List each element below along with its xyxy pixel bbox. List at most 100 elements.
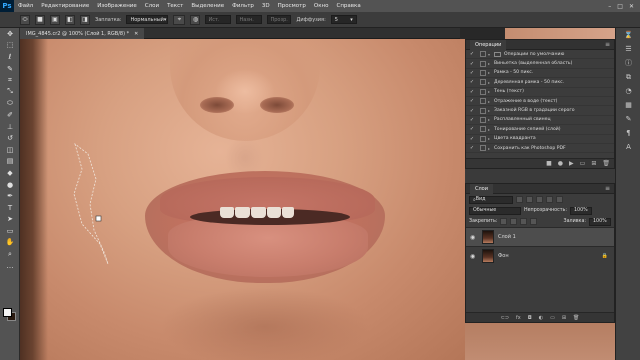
gradient-tool-icon[interactable]: ▤ bbox=[0, 156, 20, 168]
menu-view[interactable]: Просмотр bbox=[274, 3, 310, 9]
action-set-row[interactable]: ✓ ▾ Операции по умолчанию bbox=[466, 50, 614, 60]
dialog-toggle-icon[interactable] bbox=[480, 116, 486, 123]
opacity-input[interactable]: 100% bbox=[570, 206, 592, 215]
link-icon[interactable]: ⊂⊃ bbox=[501, 315, 509, 321]
menu-type[interactable]: Текст bbox=[163, 3, 187, 9]
dialog-toggle-icon[interactable] bbox=[480, 135, 486, 142]
menu-select[interactable]: Выделение bbox=[187, 3, 228, 9]
action-row[interactable]: ✓ ▸ Цвета квадранта bbox=[466, 135, 614, 144]
play-icon[interactable]: ▶ bbox=[569, 160, 574, 167]
folder-icon[interactable]: ▭ bbox=[580, 160, 586, 167]
menu-window[interactable]: Окно bbox=[310, 3, 333, 9]
blend-mode-select[interactable]: Обычные bbox=[469, 206, 521, 215]
new-action-icon[interactable]: ⊞ bbox=[591, 160, 596, 167]
checkmark-icon[interactable]: ✓ bbox=[466, 70, 478, 76]
stop-icon[interactable]: ■ bbox=[546, 160, 552, 167]
checkmark-icon[interactable]: ✓ bbox=[466, 126, 478, 132]
fx-icon[interactable]: fx bbox=[516, 315, 521, 321]
stamp-tool-icon[interactable]: ⊥ bbox=[0, 121, 20, 133]
adapt-toggle[interactable]: ⌖ bbox=[173, 14, 186, 25]
menu-edit[interactable]: Редактирование bbox=[37, 3, 93, 9]
crop-tool-icon[interactable]: ⌗ bbox=[0, 74, 20, 86]
pen-tool-icon[interactable]: ✒ bbox=[0, 190, 20, 202]
action-row[interactable]: ✓ ▸ Виньетка (выделенная область) bbox=[466, 59, 614, 69]
checkmark-icon[interactable]: ✓ bbox=[466, 136, 478, 142]
subtract-selection-button[interactable]: ◧ bbox=[65, 14, 75, 25]
source-field[interactable]: Ист. bbox=[205, 15, 232, 24]
dialog-toggle-icon[interactable] bbox=[480, 79, 486, 86]
panel-menu-icon[interactable]: ≡ bbox=[605, 41, 614, 48]
checkmark-icon[interactable]: ✓ bbox=[466, 108, 478, 114]
checkmark-icon[interactable]: ✓ bbox=[466, 117, 478, 123]
dialog-toggle-icon[interactable] bbox=[480, 107, 486, 114]
action-row[interactable]: ✓ ▸ Сохранить как Photoshop PDF bbox=[466, 144, 614, 154]
properties-panel-icon[interactable]: ☰ bbox=[616, 42, 640, 56]
menu-image[interactable]: Изображение bbox=[93, 3, 141, 9]
character-panel-icon[interactable]: A bbox=[616, 140, 640, 154]
action-row[interactable]: ✓ ▸ Деревянная рамка - 50 пикс. bbox=[466, 78, 614, 88]
filter-type-icon[interactable] bbox=[536, 196, 543, 203]
menu-3d[interactable]: 3D bbox=[258, 3, 274, 9]
info-panel-icon[interactable]: ⓘ bbox=[616, 56, 640, 70]
lock-pixels-icon[interactable] bbox=[510, 218, 518, 225]
intersect-selection-button[interactable]: ◨ bbox=[80, 14, 90, 25]
diffusion-select[interactable]: 5 ▾ bbox=[330, 15, 357, 24]
minimize-button[interactable]: – bbox=[608, 3, 611, 10]
move-tool-icon[interactable]: ✥ bbox=[0, 28, 20, 40]
action-row[interactable]: ✓ ▸ Тень (текст) bbox=[466, 88, 614, 97]
checkmark-icon[interactable]: ✓ bbox=[466, 79, 478, 85]
filter-smart-icon[interactable] bbox=[556, 196, 563, 203]
checkmark-icon[interactable]: ✓ bbox=[466, 145, 478, 151]
menu-filter[interactable]: Фильтр bbox=[228, 3, 258, 9]
swatches-panel-icon[interactable]: ▦ bbox=[616, 98, 640, 112]
trash-icon[interactable]: 🗑 bbox=[602, 160, 610, 167]
checkmark-icon[interactable]: ✓ bbox=[466, 51, 478, 57]
filter-adjust-icon[interactable] bbox=[526, 196, 533, 203]
eye-icon[interactable]: ◉ bbox=[470, 253, 478, 260]
layer-name[interactable]: Фон bbox=[498, 253, 509, 259]
tool-preset-picker[interactable]: ⬭ bbox=[20, 14, 30, 25]
layer-filter-select[interactable]: ⌕ Вид bbox=[469, 195, 513, 204]
eye-icon[interactable]: ◉ bbox=[470, 234, 478, 241]
brush-tool-icon[interactable]: ✐ bbox=[0, 109, 20, 121]
tab-layers[interactable]: Слои bbox=[470, 183, 493, 194]
brushes-panel-icon[interactable]: ✎ bbox=[616, 112, 640, 126]
zoom-tool-icon[interactable]: ⌕ bbox=[0, 248, 20, 260]
folder-icon[interactable]: ▭ bbox=[550, 315, 555, 321]
record-icon[interactable]: ● bbox=[558, 160, 563, 167]
type-tool-icon[interactable]: T bbox=[0, 202, 20, 214]
adjustment-icon[interactable]: ◐ bbox=[539, 315, 543, 321]
destination-field[interactable]: Назн. bbox=[236, 15, 263, 24]
mask-icon[interactable]: ◘ bbox=[528, 315, 532, 321]
lasso-tool-icon[interactable]: ℓ bbox=[0, 51, 20, 63]
tab-actions[interactable]: Операции bbox=[470, 39, 507, 50]
eyedropper-tool-icon[interactable]: ⤡ bbox=[0, 86, 20, 98]
action-row[interactable]: ✓ ▸ Тонирование сепией (слой) bbox=[466, 125, 614, 135]
checkmark-icon[interactable]: ✓ bbox=[466, 61, 478, 67]
dialog-toggle-icon[interactable] bbox=[480, 51, 486, 58]
maximize-button[interactable]: □ bbox=[617, 3, 623, 10]
add-selection-button[interactable]: ▣ bbox=[50, 14, 60, 25]
layer-row[interactable]: ◉ Фон 🔒 bbox=[466, 246, 614, 265]
new-layer-icon[interactable]: ⊞ bbox=[562, 315, 566, 321]
layer-comps-icon[interactable]: ⧉ bbox=[616, 70, 640, 84]
lock-all-icon[interactable] bbox=[530, 218, 538, 225]
dodge-tool-icon[interactable]: ● bbox=[0, 179, 20, 191]
transparent-field[interactable]: Прозр. bbox=[267, 15, 292, 24]
action-row[interactable]: ✓ ▸ Заказной RGB в градации серого bbox=[466, 106, 614, 116]
checkmark-icon[interactable]: ✓ bbox=[466, 98, 478, 104]
new-selection-button[interactable]: ■ bbox=[35, 14, 45, 25]
dialog-toggle-icon[interactable] bbox=[480, 88, 486, 95]
panel-menu-icon[interactable]: ≡ bbox=[605, 185, 614, 192]
filter-pixel-icon[interactable] bbox=[516, 196, 523, 203]
menu-layers[interactable]: Слои bbox=[141, 3, 163, 9]
eraser-tool-icon[interactable]: ◫ bbox=[0, 144, 20, 156]
layer-name[interactable]: Слой 1 bbox=[498, 234, 516, 240]
layer-row[interactable]: ◉ Слой 1 bbox=[466, 227, 614, 246]
trash-icon[interactable]: 🗑 bbox=[573, 315, 579, 321]
dialog-toggle-icon[interactable] bbox=[480, 126, 486, 133]
menu-help[interactable]: Справка bbox=[332, 3, 364, 9]
action-row[interactable]: ✓ ▸ Расплавленный свинец bbox=[466, 116, 614, 126]
history-brush-tool-icon[interactable]: ↺ bbox=[0, 132, 20, 144]
menu-file[interactable]: Файл bbox=[14, 3, 37, 9]
